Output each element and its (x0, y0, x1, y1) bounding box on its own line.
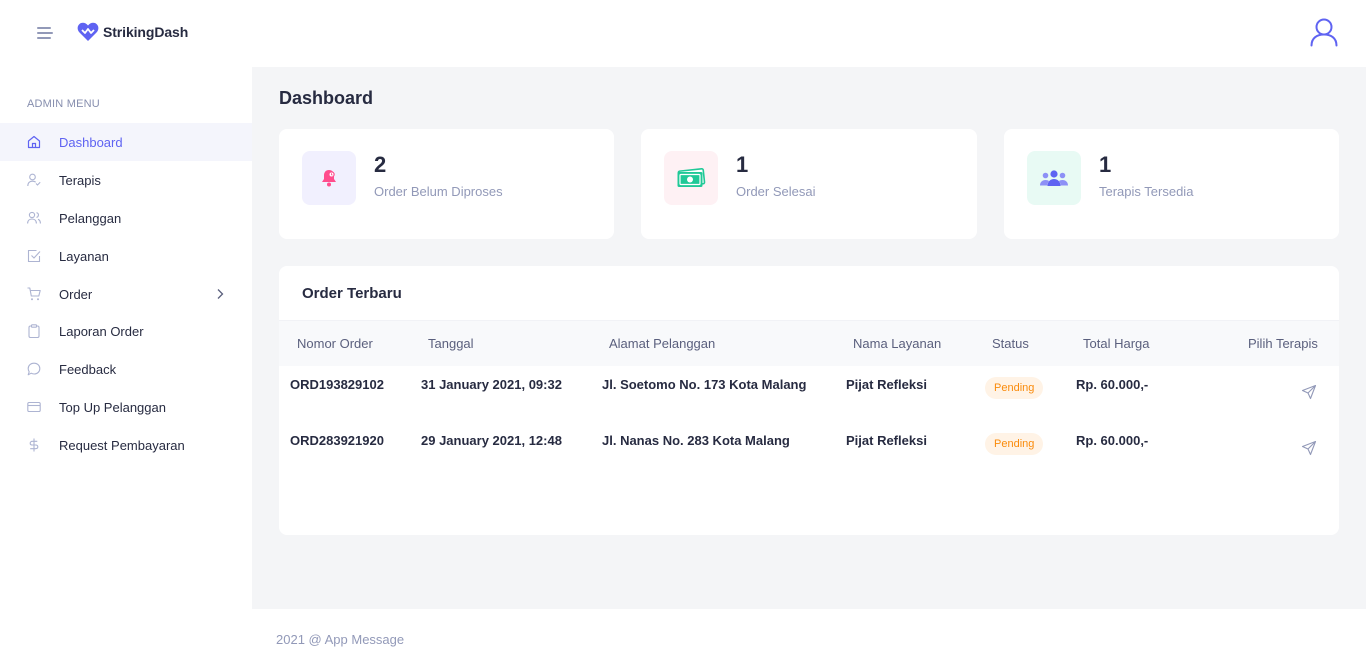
total-price: Rp. 60.000,- (1076, 377, 1149, 392)
users-icon (27, 211, 41, 224)
sidebar-item-laporan-order[interactable]: Laporan Order (0, 312, 252, 350)
sidebar-item-label: Top Up Pelanggan (59, 399, 166, 415)
chevron-right-icon (217, 289, 224, 299)
page-title: Dashboard (279, 88, 374, 108)
sidebar-item-label: Terapis (59, 172, 101, 188)
customer-address: Jl. Nanas No. 283 Kota Malang (602, 433, 790, 448)
sidebar-item-layanan[interactable]: Layanan (0, 237, 252, 275)
stat-label: Order Selesai (736, 184, 816, 199)
home-icon (27, 135, 41, 149)
sidebar-item-order[interactable]: Order (0, 275, 252, 313)
stat-card-order-selesai: 1 Order Selesai (641, 129, 977, 239)
order-number: ORD193829102 (290, 377, 384, 392)
service-name: Pijat Refleksi (846, 377, 927, 392)
sidebar-item-label: Order (59, 286, 93, 302)
send-icon[interactable] (1301, 440, 1317, 456)
clipboard-icon (28, 324, 40, 338)
table-header: Nomor Order Tanggal Alamat Pelanggan Nam… (279, 320, 1339, 366)
top-header: StrikingDash (0, 0, 1366, 67)
dollar-sign-icon (29, 438, 39, 452)
column-header: Tanggal (428, 336, 474, 351)
sidebar-item-terapis[interactable]: Terapis (0, 161, 252, 199)
bell-icon (322, 170, 336, 187)
heart-logo-icon (77, 22, 99, 41)
stat-label: Terapis Tersedia (1099, 184, 1194, 199)
sidebar-item-dashboard[interactable]: Dashboard (0, 123, 252, 161)
sidebar-item-label: Feedback (59, 361, 117, 377)
latest-orders-card: Order Terbaru Nomor Order Tanggal Alamat… (279, 266, 1339, 535)
send-icon[interactable] (1301, 384, 1317, 400)
column-header: Status (992, 336, 1029, 351)
stat-label: Order Belum Diproses (374, 184, 503, 199)
sidebar-item-label: Pelanggan (59, 210, 122, 226)
customer-address: Jl. Soetomo No. 173 Kota Malang (602, 377, 807, 392)
stat-card-terapis-tersedia: 1 Terapis Tersedia (1004, 129, 1339, 239)
stat-icon-box (1027, 151, 1081, 205)
sidebar-item-label: Request Pembayaran (59, 437, 185, 453)
stat-icon-box (664, 151, 718, 205)
check-square-icon (27, 249, 41, 263)
order-number: ORD283921920 (290, 433, 384, 448)
footer-copyright: 2021 @ App Message (276, 632, 405, 647)
credit-card-icon (27, 401, 41, 413)
stat-value: 1 (736, 152, 749, 177)
column-header: Nama Layanan (853, 336, 942, 351)
stat-value: 2 (374, 152, 387, 177)
status-badge: Pending (985, 433, 1044, 455)
stat-value: 1 (1099, 152, 1112, 177)
message-circle-icon (27, 362, 41, 376)
sidebar-item-label: Laporan Order (59, 323, 144, 339)
sidebar-heading: ADMIN MENU (27, 98, 100, 110)
sidebar-item-label: Dashboard (59, 134, 123, 150)
stat-icon-box (302, 151, 356, 205)
column-header: Total Harga (1083, 336, 1150, 351)
sidebar-item-pelanggan[interactable]: Pelanggan (0, 199, 252, 237)
user-check-icon (27, 173, 41, 187)
column-header: Pilih Terapis (1248, 336, 1318, 351)
card-title: Order Terbaru (302, 285, 402, 302)
money-icon (677, 168, 706, 187)
stat-card-order-belum-diproses: 2 Order Belum Diproses (279, 129, 614, 239)
user-icon[interactable] (1309, 17, 1339, 47)
brand-name: StrikingDash (103, 24, 189, 40)
sidebar-item-feedback[interactable]: Feedback (0, 350, 252, 388)
order-date: 29 January 2021, 12:48 (421, 433, 562, 448)
service-name: Pijat Refleksi (846, 433, 927, 448)
sidebar-item-top-up-pelanggan[interactable]: Top Up Pelanggan (0, 388, 252, 426)
order-date: 31 January 2021, 09:32 (421, 377, 562, 392)
status-badge: Pending (985, 377, 1044, 399)
sidebar-item-label: Layanan (59, 248, 109, 264)
sidebar-item-request-pembayaran[interactable]: Request Pembayaran (0, 426, 252, 464)
hamburger-icon[interactable] (37, 27, 53, 39)
sidebar: ADMIN MENU Dashboard Terapis Pelanggan L… (0, 67, 252, 671)
shopping-cart-icon (27, 287, 41, 301)
footer: 2021 @ App Message (252, 609, 1366, 671)
column-header: Nomor Order (297, 336, 373, 351)
brand-logo[interactable]: StrikingDash (77, 22, 188, 42)
column-header: Alamat Pelanggan (609, 336, 716, 351)
total-price: Rp. 60.000,- (1076, 433, 1149, 448)
team-icon (1040, 170, 1068, 186)
